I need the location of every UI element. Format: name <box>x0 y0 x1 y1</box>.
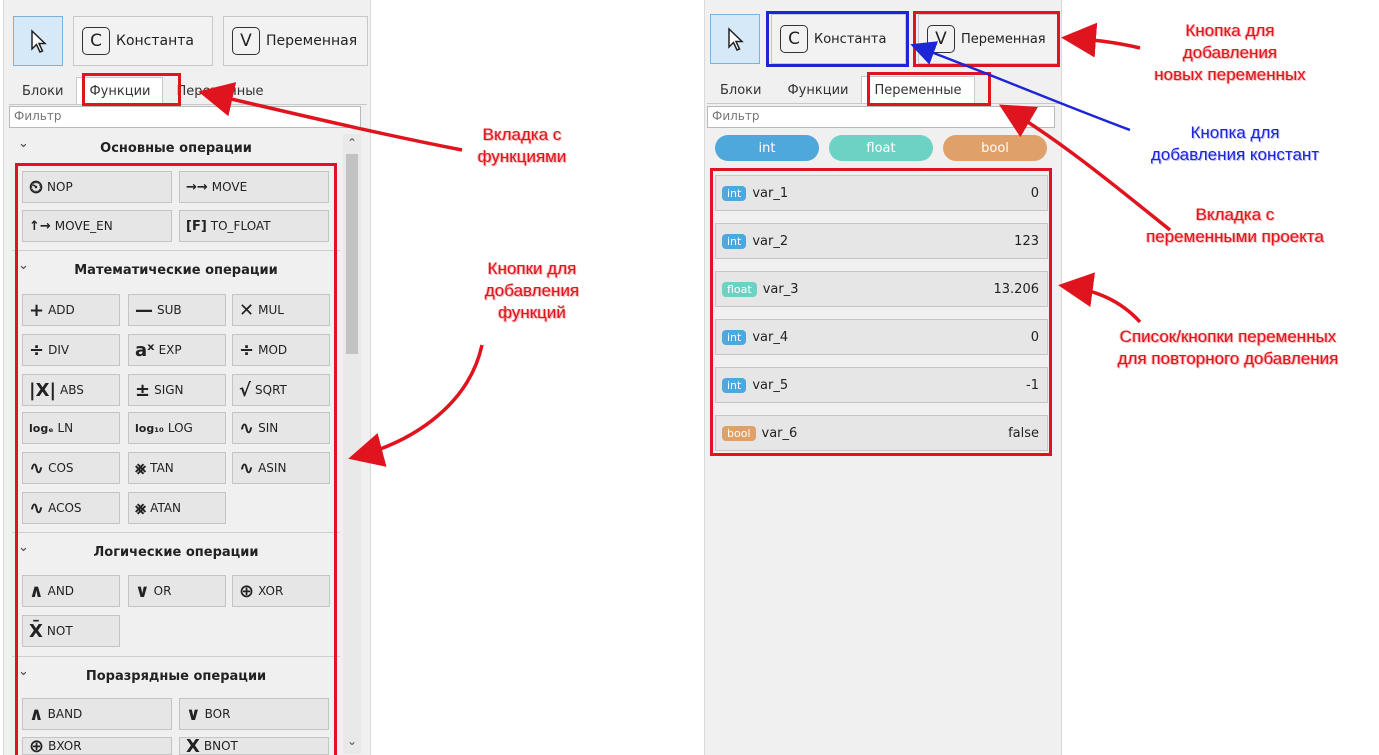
annotation-line: Кнопка для <box>1185 21 1275 40</box>
annotation-line: добавления <box>1182 43 1278 62</box>
variable-button[interactable]: V Переменная <box>223 16 368 66</box>
filter-input[interactable]: Фильтр <box>9 106 361 128</box>
type-float-button[interactable]: float <box>829 135 933 161</box>
tab-blocks[interactable]: Блоки <box>707 76 774 103</box>
pointer-icon <box>728 27 744 51</box>
annotation-line: Кнопка для <box>1190 123 1280 142</box>
annotation-line: функций <box>498 303 566 322</box>
annotation-line: Вкладка с <box>1195 205 1275 224</box>
type-bool-button[interactable]: bool <box>943 135 1047 161</box>
arrow-variable-list <box>1058 272 1142 324</box>
annotation-line: Вкладка с <box>482 125 562 144</box>
scrollbar[interactable]: ⌃ ⌄ <box>343 134 361 754</box>
section-basic-title: Основные операции <box>100 140 252 156</box>
annotation-line: Кнопки для <box>487 259 577 278</box>
annotation-new-variable-button: Кнопка для добавления новых переменных <box>1115 20 1345 86</box>
tab-blocks[interactable]: Блоки <box>9 77 76 104</box>
annotation-constant-button: Кнопка для добавления констант <box>1110 122 1360 166</box>
constant-label: Константа <box>116 33 194 49</box>
pointer-tool-button[interactable] <box>13 16 63 66</box>
constant-icon: C <box>82 27 110 55</box>
chevron-down-icon: ⌄ <box>18 136 29 151</box>
scroll-down-icon[interactable]: ⌄ <box>347 734 357 748</box>
annotation-line: функциями <box>477 147 567 166</box>
tab-functions[interactable]: Функции <box>774 76 861 103</box>
annotation-line: Список/кнопки переменных <box>1119 327 1337 346</box>
annotation-box-constant-button <box>766 11 909 67</box>
annotation-line: для повторного добавления <box>1117 349 1339 368</box>
arrow-function-buttons <box>348 344 484 467</box>
annotation-variables-tab: Вкладка с переменными проекта <box>1110 204 1360 248</box>
annotation-variable-list: Список/кнопки переменных для повторного … <box>1082 326 1374 370</box>
scroll-thumb[interactable] <box>346 154 358 354</box>
annotation-box-functions-tab <box>82 73 181 106</box>
section-basic-header[interactable]: ⌄ Основные операции <box>12 134 340 162</box>
annotation-line: добавления констант <box>1150 145 1320 164</box>
annotation-function-buttons: Кнопки для добавления функций <box>452 258 612 324</box>
annotation-box-variables-tab <box>867 72 991 106</box>
annotation-box-variable-list <box>710 168 1052 456</box>
annotation-box-variable-button <box>913 11 1060 67</box>
annotation-box-function-buttons <box>15 163 337 755</box>
annotation-line: переменными проекта <box>1146 227 1324 246</box>
variable-icon: V <box>232 27 260 55</box>
constant-button[interactable]: C Константа <box>73 16 213 66</box>
pointer-tool-button[interactable] <box>710 14 760 64</box>
annotation-line: новых переменных <box>1154 65 1306 84</box>
type-int-button[interactable]: int <box>715 135 819 161</box>
left-tab-bar: Блоки Функции Переменные <box>9 77 367 105</box>
filter-input[interactable]: Фильтр <box>707 106 1055 128</box>
annotation-line: добавления <box>484 281 580 300</box>
variable-label: Переменная <box>266 33 358 49</box>
annotation-functions-tab: Вкладка с функциями <box>452 124 592 168</box>
scroll-up-icon[interactable]: ⌃ <box>347 136 357 150</box>
pointer-icon <box>31 29 47 53</box>
